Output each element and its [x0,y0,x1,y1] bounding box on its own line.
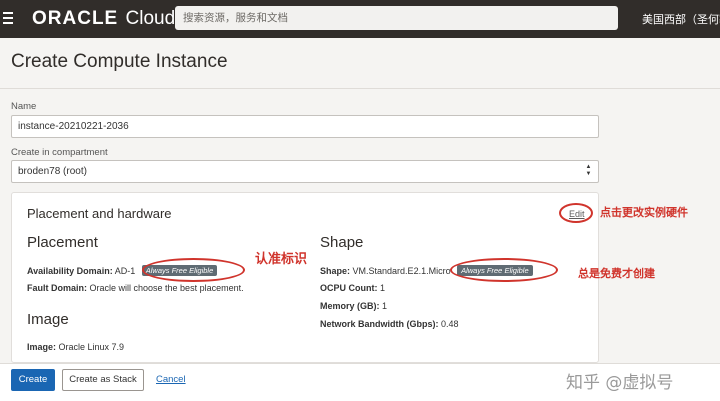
edit-note: 点击更改实例硬件 [600,206,688,219]
cancel-link[interactable]: Cancel [156,374,186,385]
name-label: Name [11,101,37,112]
create-button[interactable]: Create [11,369,55,391]
bottom-action-bar: Create Create as Stack Cancel 知乎 @虚拟号 [0,363,720,401]
name-field[interactable]: instance-20210221-2036 [11,115,599,138]
top-navigation-bar: ORACLE Cloud 搜索资源，服务和文档 美国西部（圣何塞 [0,0,720,38]
title-divider [0,88,720,89]
logo-brand: ORACLE [32,8,119,29]
shape-value: VM.Standard.E2.1.Micro [352,266,451,276]
fault-domain-label: Fault Domain: [27,283,87,293]
bandwidth-value: 0.48 [441,319,459,329]
menu-icon[interactable] [3,12,13,26]
compartment-label: Create in compartment [11,147,108,158]
watermark: 知乎 @虚拟号 [566,373,674,393]
bandwidth-label: Network Bandwidth (Gbps): [320,319,439,329]
edit-highlight-oval [559,203,593,223]
search-input[interactable]: 搜索资源，服务和文档 [175,6,618,30]
fault-domain-value: Oracle will choose the best placement. [89,283,244,293]
ocpu-value: 1 [380,283,386,293]
select-arrows-icon: ▲ ▼ [585,164,592,177]
ocpu-row: OCPU Count: 1 [320,283,385,293]
compartment-value: broden78 (root) [18,166,87,177]
memory-label: Memory (GB): [320,301,380,311]
image-label: Image: [27,342,57,352]
memory-value: 1 [382,301,388,311]
image-heading: Image [27,311,69,328]
main-content: Create Compute Instance Name instance-20… [0,38,720,363]
logo-product: Cloud [125,8,176,29]
search-placeholder: 搜索资源，服务和文档 [183,12,288,24]
placement-heading: Placement [27,234,98,251]
badge-highlight-oval [142,258,245,282]
availability-domain-value: AD-1 [114,266,136,276]
shape-heading: Shape [320,234,364,251]
shape-highlight-oval [450,258,558,282]
image-value: Oracle Linux 7.9 [58,342,125,352]
free-note: 总是免费才创建 [578,267,655,280]
fault-domain-row: Fault Domain: Oracle will choose the bes… [27,283,244,293]
compartment-select[interactable]: broden78 (root) ▲ ▼ [11,160,599,183]
placement-hardware-title: Placement and hardware [27,206,172,221]
availability-domain-label: Availability Domain: [27,266,113,276]
region-selector[interactable]: 美国西部（圣何塞 [642,11,720,27]
image-row: Image: Oracle Linux 7.9 [27,342,124,352]
create-as-stack-button[interactable]: Create as Stack [62,369,144,391]
oracle-cloud-logo[interactable]: ORACLE Cloud [32,8,175,30]
page-title: Create Compute Instance [11,51,228,72]
bandwidth-row: Network Bandwidth (Gbps): 0.48 [320,319,459,329]
badge-note: 认准标识 [255,252,308,267]
shape-label: Shape: [320,266,351,276]
memory-row: Memory (GB): 1 [320,301,387,311]
ocpu-label: OCPU Count: [320,283,378,293]
